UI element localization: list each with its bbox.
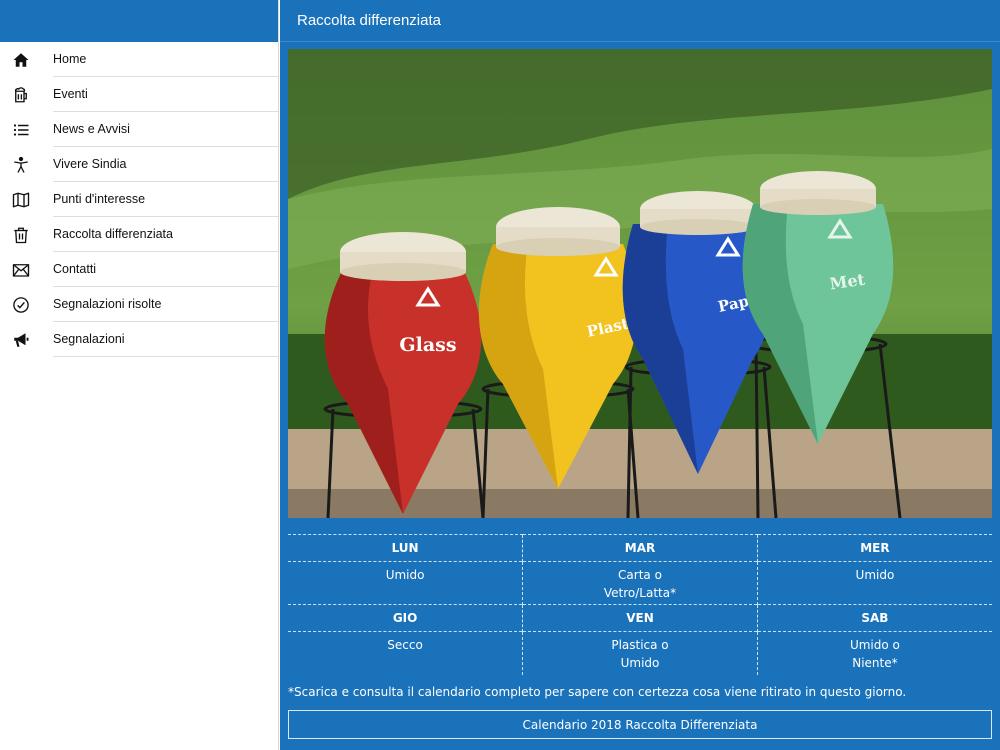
page-header: Raccolta differenziata [280,0,1000,42]
day-header: GIO [288,604,523,632]
menu-item-label: Raccolta differenziata [53,217,278,252]
collection-value-line: Umido o [849,638,900,652]
menu-item-segnalazioni-risolte[interactable]: Segnalazioni risolte [0,287,278,322]
collection-schedule-table: LUN MAR MER Umido Carta o Vetro/Latta* Um… [288,534,992,675]
collection-value-line: Carta o [618,568,662,582]
menu-list: Home Eventi News e Avvisi Vivere Sindia … [0,42,278,357]
megaphone-icon [11,331,30,349]
menu-item-home[interactable]: Home [0,42,278,77]
trash-icon [11,226,30,244]
beer-mug-icon [11,86,30,104]
collection-value-line: Vetro/Latta* [603,585,677,600]
menu-item-vivere-sindia[interactable]: Vivere Sindia [0,147,278,182]
collection-value: Plastica o Umido [522,631,758,675]
schedule-footnote: *Scarica e consulta il calendario comple… [288,685,907,699]
collection-value: Umido [288,561,523,605]
collection-value-line: Umido [855,568,895,582]
map-icon [11,191,30,209]
collection-value-line: Umido [620,655,660,670]
day-header: MAR [522,534,758,562]
menu-item-label: Eventi [53,77,278,112]
collection-value-line: Secco [387,638,423,652]
schedule-days-row: GIO VEN SAB [288,604,992,632]
list-icon [11,121,30,139]
calendar-download-button[interactable]: Calendario 2018 Raccolta Differenziata [288,710,992,739]
menu-item-label: Segnalazioni risolte [53,287,278,322]
day-header: LUN [288,534,523,562]
recycling-bins-photo: Glass Plastic Paper Met [288,49,992,518]
menu-item-label: News e Avvisi [53,112,278,147]
day-header: MER [756,534,992,562]
menu-item-contatti[interactable]: Contatti [0,252,278,287]
schedule-values-row: Umido Carta o Vetro/Latta* Umido [288,561,992,605]
accessibility-icon [11,156,30,174]
check-circle-icon [11,296,30,314]
menu-item-punti-interesse[interactable]: Punti d'interesse [0,182,278,217]
collection-value-line: Plastica o [611,638,669,652]
svg-text:Glass: Glass [399,334,456,356]
page-title: Raccolta differenziata [297,12,441,29]
menu-item-label: Segnalazioni [53,322,278,357]
menu-item-news[interactable]: News e Avvisi [0,112,278,147]
collection-value-line: Niente* [852,655,898,670]
envelope-icon [11,261,30,279]
day-header: VEN [522,604,758,632]
menu-item-label: Vivere Sindia [53,147,278,182]
day-header: SAB [756,604,992,632]
collection-value: Umido [756,561,992,605]
side-menu-header [0,0,278,42]
menu-item-label: Home [53,42,278,77]
schedule-days-row: LUN MAR MER [288,534,992,562]
menu-item-label: Contatti [53,252,278,287]
menu-item-segnalazioni[interactable]: Segnalazioni [0,322,278,357]
menu-item-eventi[interactable]: Eventi [0,77,278,112]
home-icon [11,51,30,69]
side-menu: Home Eventi News e Avvisi Vivere Sindia … [0,0,279,750]
collection-value: Carta o Vetro/Latta* [522,561,758,605]
main-content: Raccolta differenziata Glass Plastic Pap… [280,0,1000,750]
menu-item-raccolta[interactable]: Raccolta differenziata [0,217,278,252]
collection-value: Umido o Niente* [756,631,992,675]
menu-item-label: Punti d'interesse [53,182,278,217]
schedule-values-row: Secco Plastica o Umido Umido o Niente* [288,631,992,675]
collection-value: Secco [288,631,523,675]
collection-value-line: Umido [385,568,425,582]
